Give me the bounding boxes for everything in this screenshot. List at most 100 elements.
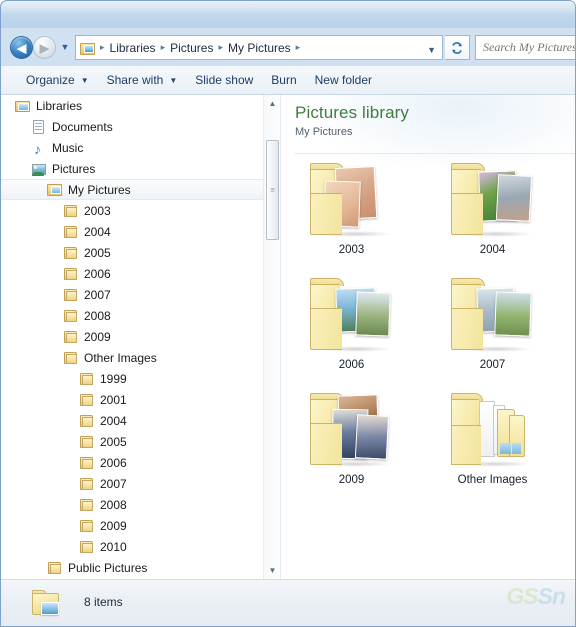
folder-icon: [79, 455, 95, 471]
tree-item-label: 2010: [100, 539, 127, 554]
breadcrumb-dropdown-icon[interactable]: ▼: [427, 45, 436, 55]
folder-item[interactable]: 2003: [281, 157, 422, 272]
scrollbar-thumb[interactable]: ≡: [266, 140, 279, 240]
recent-locations-dropdown[interactable]: ▼: [60, 43, 70, 52]
tree-item-label: Pictures: [52, 161, 96, 176]
header-divider: [295, 153, 575, 154]
organize-button[interactable]: Organize ▼: [17, 69, 98, 91]
tree-item-2008[interactable]: 2008: [1, 305, 263, 326]
folder-thumbnail-photo: [354, 291, 391, 337]
tree-item-2009[interactable]: 2009: [1, 326, 263, 347]
folder-icon: [63, 350, 79, 366]
folder-thumbnail: [441, 161, 545, 243]
tree-item-public-pictures[interactable]: Public Pictures: [1, 557, 263, 578]
folder-item[interactable]: 2007: [422, 272, 563, 387]
folder-label: 2009: [338, 474, 365, 486]
tree-item-label: My Pictures: [68, 182, 131, 197]
folder-label: 2004: [479, 244, 506, 256]
tree-item-label: Other Images: [84, 350, 157, 365]
breadcrumb-my-pictures[interactable]: My Pictures: [225, 41, 294, 55]
search-input[interactable]: [483, 40, 575, 55]
pictures-icon: [31, 161, 47, 177]
content-pane[interactable]: Pictures library My Pictures Ar 2003 2004…: [281, 95, 575, 579]
address-bar-row: ◀ ▶ ▼ ▸ Libraries ▸ Pictures ▸ My Pictur…: [1, 28, 575, 66]
folder-icon: [79, 476, 95, 492]
back-button[interactable]: ◀: [10, 36, 33, 59]
tree-item-my-pictures[interactable]: My Pictures: [1, 179, 263, 200]
folder-tree: Libraries Documents ♪ Music Pictures My Pictu…: [1, 95, 263, 578]
tree-item-2009[interactable]: 2009: [1, 515, 263, 536]
slide-show-button[interactable]: Slide show: [186, 69, 262, 91]
tree-item-label: 2004: [84, 224, 111, 239]
breadcrumb-libraries[interactable]: Libraries: [107, 41, 159, 55]
refresh-button[interactable]: [445, 35, 470, 60]
share-with-button[interactable]: Share with ▼: [98, 69, 187, 91]
tree-item-pictures[interactable]: Pictures: [1, 158, 263, 179]
photo-folder-icon: [308, 278, 400, 354]
tree-item-2003[interactable]: 2003: [1, 200, 263, 221]
burn-button[interactable]: Burn: [262, 69, 305, 91]
tree-item-label: 2008: [100, 497, 127, 512]
tree-item-2008[interactable]: 2008: [1, 494, 263, 515]
folder-item[interactable]: 2009: [281, 387, 422, 502]
folder-item[interactable]: 2004: [422, 157, 563, 272]
tree-item-label: Public Pictures: [68, 560, 148, 575]
tree-item-2007[interactable]: 2007: [1, 284, 263, 305]
tree-item-2010[interactable]: 2010: [1, 536, 263, 557]
folder-icon: [63, 203, 79, 219]
tree-item-2006[interactable]: 2006: [1, 263, 263, 284]
folder-item[interactable]: Other Images: [422, 387, 563, 502]
command-toolbar: Organize ▼ Share with ▼ Slide show Burn …: [1, 66, 575, 95]
tree-item-2005[interactable]: 2005: [1, 431, 263, 452]
photo-folder-icon: [449, 278, 541, 354]
page-subtitle: My Pictures: [295, 126, 353, 138]
breadcrumb-separator-2[interactable]: ▸: [216, 42, 225, 53]
library-header: Pictures library My Pictures Ar: [281, 95, 575, 153]
tree-item-documents[interactable]: Documents: [1, 116, 263, 137]
folder-icon: [63, 245, 79, 261]
tree-item-label: Libraries: [36, 98, 83, 113]
photo-folder-icon: [449, 163, 541, 239]
tree-item-2005[interactable]: 2005: [1, 242, 263, 263]
breadcrumb-separator-0[interactable]: ▸: [98, 42, 107, 53]
item-count-label: 8 items: [84, 595, 123, 609]
organize-label: Organize: [26, 73, 75, 87]
breadcrumb-separator-1[interactable]: ▸: [159, 42, 168, 53]
tree-item-label: 2009: [84, 329, 111, 344]
library-folder-icon: [47, 182, 63, 198]
folder-thumbnail: [300, 391, 404, 473]
folder-thumbnail: [441, 391, 545, 473]
tree-item-2004[interactable]: 2004: [1, 221, 263, 242]
breadcrumb-separator-3[interactable]: ▸: [294, 42, 303, 53]
search-box[interactable]: [475, 35, 575, 60]
folder-thumbnail-photo: [493, 291, 532, 337]
new-folder-button[interactable]: New folder: [306, 69, 381, 91]
tree-item-other-images[interactable]: Other Images: [1, 347, 263, 368]
folder-thumbnail: [300, 276, 404, 358]
forward-button[interactable]: ▶: [33, 36, 56, 59]
folder-label: 2007: [479, 359, 506, 371]
tree-item-label: 2008: [84, 308, 111, 323]
watermark-part-a: GS: [506, 583, 538, 609]
title-bar: [1, 1, 575, 28]
breadcrumb-bar[interactable]: ▸ Libraries ▸ Pictures ▸ My Pictures ▸ ▼: [75, 35, 443, 60]
forward-arrow-icon: ▶: [39, 40, 50, 55]
tree-item-label: 2009: [100, 518, 127, 533]
scroll-down-button[interactable]: ▼: [264, 562, 280, 579]
folder-label: 2006: [338, 359, 365, 371]
folder-icon: [79, 434, 95, 450]
breadcrumb-pictures[interactable]: Pictures: [167, 41, 216, 55]
tree-item-2007[interactable]: 2007: [1, 473, 263, 494]
folder-item[interactable]: 2006: [281, 272, 422, 387]
tree-item-music[interactable]: ♪ Music: [1, 137, 263, 158]
tree-item-2004[interactable]: 2004: [1, 410, 263, 431]
tree-item-1999[interactable]: 1999: [1, 368, 263, 389]
tree-item-2006[interactable]: 2006: [1, 452, 263, 473]
tree-item-libraries[interactable]: Libraries: [1, 95, 263, 116]
scroll-up-button[interactable]: ▲: [264, 95, 280, 112]
tree-item-label: 2003: [84, 203, 111, 218]
navigation-pane-scrollbar[interactable]: ▲ ≡ ▼: [263, 95, 280, 579]
folder-thumbnail: [300, 161, 404, 243]
folder-thumbnail: [441, 276, 545, 358]
tree-item-2001[interactable]: 2001: [1, 389, 263, 410]
